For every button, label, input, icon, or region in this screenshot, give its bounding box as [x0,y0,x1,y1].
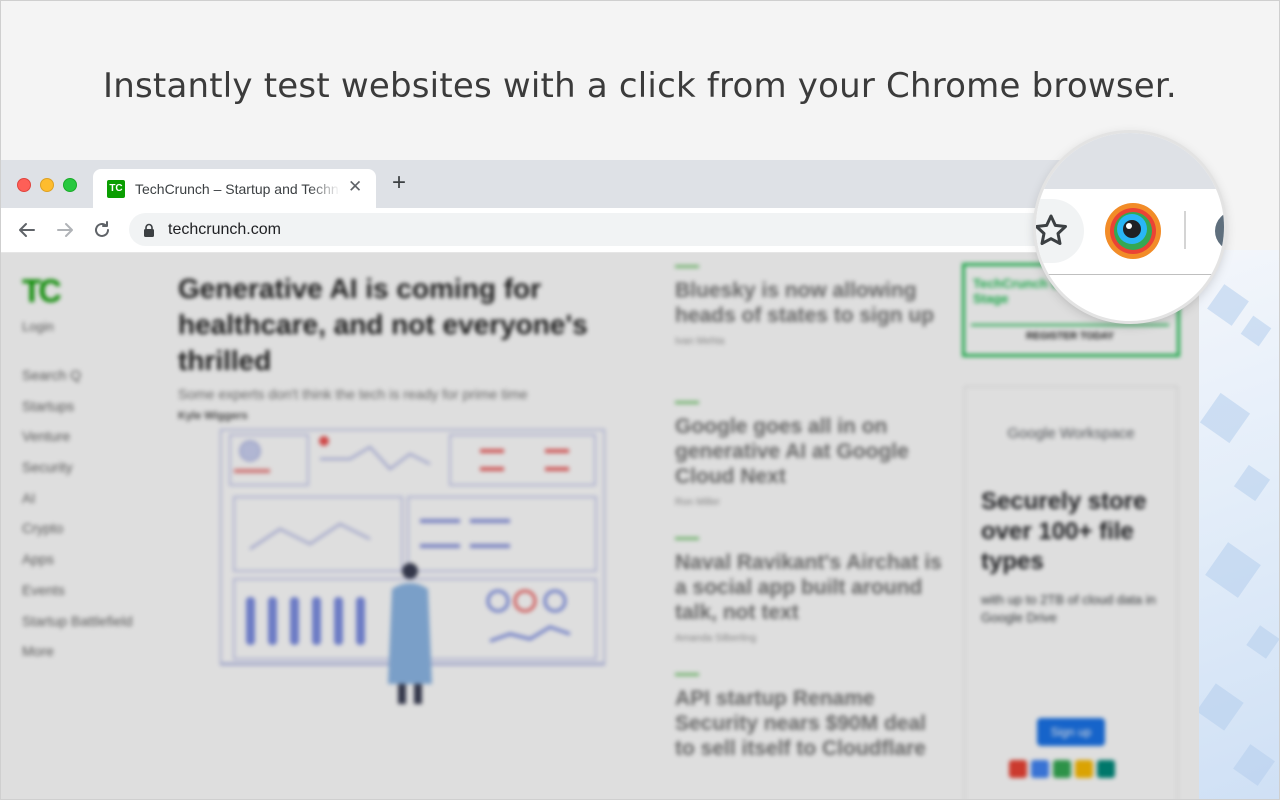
sidebar-item-more[interactable]: More [22,643,133,674]
lock-icon [144,223,154,237]
list-item[interactable]: Naval Ravikant's Airchat is a social app… [675,537,945,673]
news-author[interactable]: Ivan Mehta [675,336,945,347]
promo-headline: Instantly test websites with a click fro… [103,66,1177,106]
ad-app-icons [1009,760,1119,783]
article-hero-illustration [220,429,605,704]
news-author[interactable]: Ron Miller [675,497,945,508]
sidebar-item-startup-battlefield[interactable]: Startup Battlefield [22,613,133,644]
news-title[interactable]: Google goes all in on generative AI at G… [675,414,945,489]
toolbar-bottom-line [1036,274,1224,275]
back-arrow-icon [19,223,35,237]
news-title[interactable]: API startup Rename Security nears $90M d… [675,686,945,761]
docs-icon [1031,760,1049,778]
sidebar-item-venture[interactable]: Venture [22,428,133,459]
forward-button[interactable] [53,218,77,242]
slides-icon [1075,760,1093,778]
techcrunch-logo: TC [22,273,62,309]
kicker-bar [675,401,699,404]
ad-signup-button[interactable]: Sign up [1037,718,1105,746]
news-author[interactable]: Amanda Silberling [675,633,945,644]
forward-arrow-icon [57,223,73,237]
back-button[interactable] [15,218,39,242]
sidebar-item-search[interactable]: Search Q [22,367,133,398]
toolbar-divider [1184,211,1186,249]
main-article-author[interactable]: Kyle Wiggers [178,410,248,422]
news-list: Bluesky is now allowing heads of states … [675,265,945,800]
tab-techcrunch[interactable]: TC TechCrunch – Startup and Technology N… [93,169,376,208]
kicker-bar [675,265,699,268]
reload-button[interactable] [90,218,114,242]
main-article-subtitle: Some experts don't think the tech is rea… [178,386,528,402]
blurred-page: TC Login Search Q Startups Venture Secur… [0,253,1199,800]
decorative-background [1199,250,1280,800]
site-sidebar: Search Q Startups Venture Security AI Cr… [22,367,133,674]
ad-subtext: with up to 2TB of cloud data in Google D… [981,592,1156,625]
advertisement[interactable]: Google Workspace Securely store over 100… [964,386,1178,800]
kicker-bar [675,537,699,540]
close-window-button[interactable] [17,178,31,192]
sidebar-item-ai[interactable]: AI [22,490,133,521]
sidebar-item-events[interactable]: Events [22,582,133,613]
star-icon[interactable] [1036,211,1071,251]
reload-icon [95,221,109,237]
kicker-bar [675,673,699,676]
list-item[interactable]: API startup Rename Security nears $90M d… [675,673,945,800]
gmail-icon [1009,760,1027,778]
list-item[interactable]: Bluesky is now allowing heads of states … [675,265,945,401]
webpage-content: TC Login Search Q Startups Venture Secur… [0,253,1199,800]
sidebar-item-apps[interactable]: Apps [22,551,133,582]
address-bar[interactable]: techcrunch.com [129,213,1084,246]
drive-icon [1053,760,1071,778]
ad-headline: Securely store over 100+ file types [981,488,1147,575]
extension-icon[interactable] [1104,202,1162,260]
maximize-window-button[interactable] [63,178,77,192]
list-item[interactable]: Google goes all in on generative AI at G… [675,401,945,537]
sidebar-item-security[interactable]: Security [22,459,133,490]
tab-bar: TC TechCrunch – Startup and Technology N… [0,160,1199,208]
close-tab-icon[interactable]: ✕ [348,177,362,197]
minimize-window-button[interactable] [40,178,54,192]
profile-avatar[interactable] [1215,211,1224,251]
tab-title: TechCrunch – Startup and Technology News [135,181,340,197]
meet-icon [1097,760,1115,778]
toolbar-magnifier [1036,133,1224,321]
ad-brand: Google Workspace [1007,425,1135,442]
url-text: techcrunch.com [168,221,281,238]
magnified-tab-bar [1036,133,1224,189]
browser-toolbar: techcrunch.com [0,208,1199,253]
login-link[interactable]: Login [22,319,54,334]
main-article-title[interactable]: Generative AI is coming for healthcare, … [178,271,638,379]
browser-window: TC TechCrunch – Startup and Technology N… [0,160,1199,800]
new-tab-button[interactable]: + [392,171,406,195]
sidebar-item-crypto[interactable]: Crypto [22,520,133,551]
sidebar-item-startups[interactable]: Startups [22,398,133,429]
news-title[interactable]: Naval Ravikant's Airchat is a social app… [675,550,945,625]
news-title[interactable]: Bluesky is now allowing heads of states … [675,278,945,328]
register-button[interactable]: REGISTER TODAY [971,324,1169,348]
techcrunch-favicon-icon: TC [107,180,125,198]
